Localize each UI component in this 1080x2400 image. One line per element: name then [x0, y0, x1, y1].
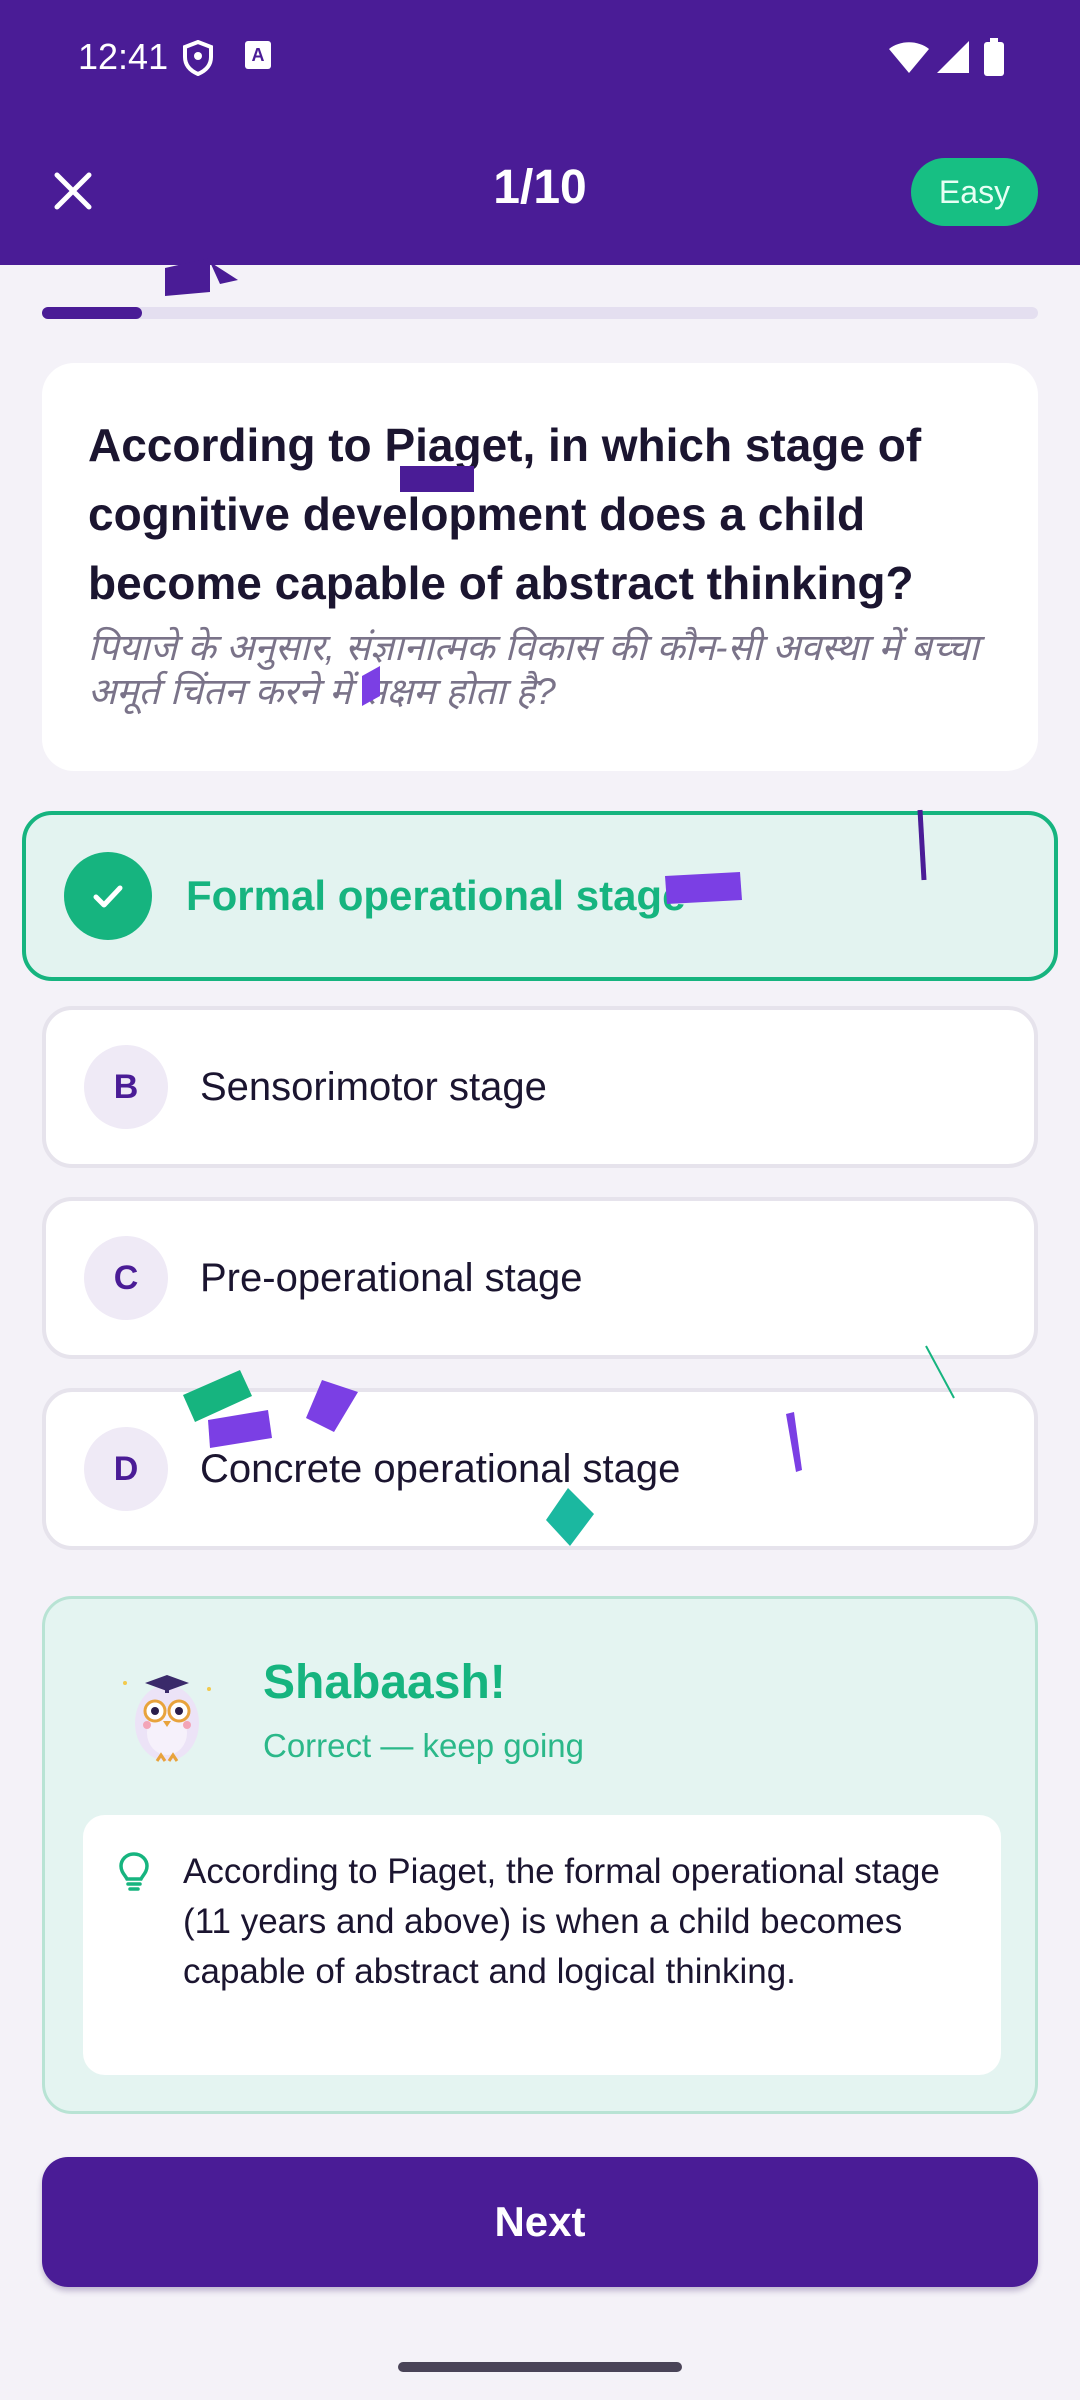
- confetti-piece: [183, 1370, 252, 1422]
- confetti-piece: [208, 1410, 272, 1448]
- confetti-piece: [165, 258, 210, 296]
- confetti-piece: [786, 1412, 802, 1472]
- confetti-overlay: [165, 258, 955, 1546]
- confetti-piece: [665, 872, 742, 904]
- confetti-piece: [917, 809, 927, 881]
- confetti-piece: [306, 1380, 358, 1432]
- confetti-piece: [546, 1488, 594, 1546]
- confetti-piece: [362, 666, 380, 706]
- confetti-piece: [925, 1345, 955, 1399]
- confetti-piece: [400, 466, 474, 492]
- confetti-piece: [210, 262, 238, 284]
